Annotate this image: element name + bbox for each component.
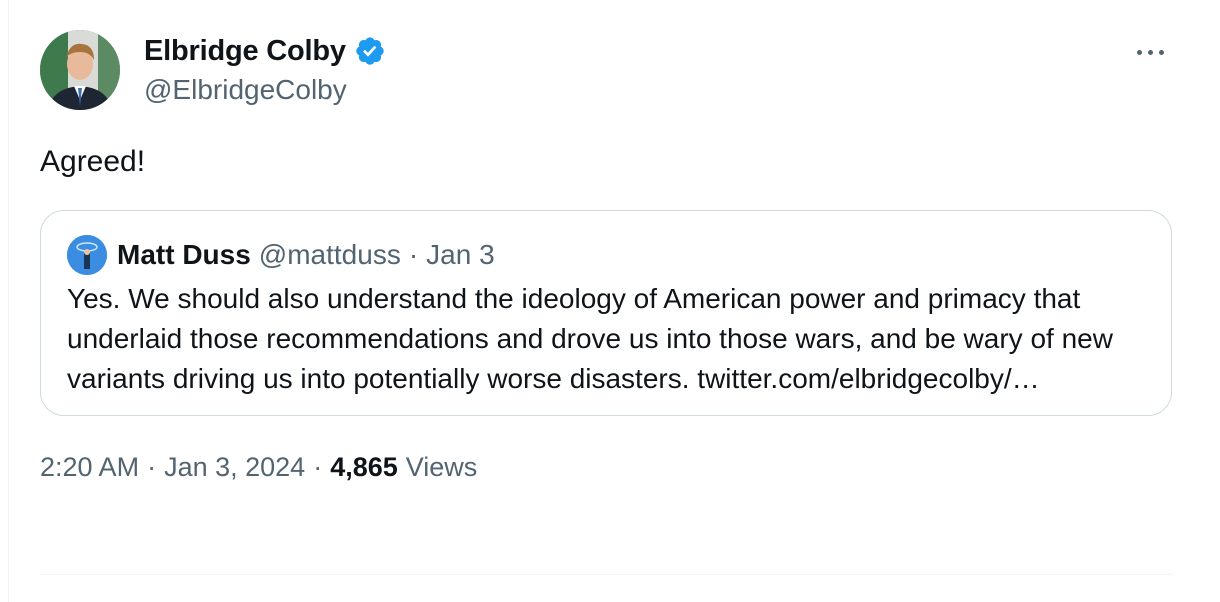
author-names: Elbridge Colby @ElbridgeColby <box>144 32 386 106</box>
more-dot <box>1136 49 1142 55</box>
more-horizontal-icon[interactable] <box>1128 38 1172 66</box>
quoted-tweet-text: Yes. We should also understand the ideol… <box>67 283 1113 394</box>
author-avatar[interactable] <box>40 30 120 110</box>
author-handle[interactable]: @ElbridgeColby <box>144 74 386 106</box>
tweet-time[interactable]: 2:20 AM <box>40 452 139 483</box>
views-label: Views <box>405 452 478 482</box>
bottom-divider <box>40 574 1172 575</box>
tweet-date[interactable]: Jan 3, 2024 <box>164 452 305 483</box>
author-display-name[interactable]: Elbridge Colby <box>144 35 346 68</box>
quoted-tweet-header: Matt Duss @mattduss · Jan 3 <box>67 235 1145 275</box>
verified-badge-icon[interactable] <box>354 35 386 67</box>
more-dot <box>1147 49 1153 55</box>
tweet-text: Agreed! <box>40 145 146 178</box>
display-name-row: Elbridge Colby <box>144 32 386 70</box>
quoted-date: Jan 3 <box>426 239 495 270</box>
tweet-meta: 2:20 AM · Jan 3, 2024 · 4,865 Views <box>40 452 1172 483</box>
tweet-card: Elbridge Colby @ElbridgeColby Agreed! Ma… <box>40 30 1172 483</box>
meta-separator: · <box>313 452 323 482</box>
quoted-tweet[interactable]: Matt Duss @mattduss · Jan 3 Yes. We shou… <box>40 210 1172 416</box>
tweet-header: Elbridge Colby @ElbridgeColby <box>40 30 1172 110</box>
quoted-separator: · <box>408 239 419 270</box>
quoted-author-handle: @mattduss <box>258 239 401 270</box>
frame-border <box>8 0 9 602</box>
meta-separator: · <box>147 452 157 482</box>
quoted-author-name: Matt Duss <box>117 239 251 270</box>
more-dot <box>1158 49 1164 55</box>
quoted-author-avatar <box>67 235 107 275</box>
views-count: 4,865 <box>330 452 398 482</box>
